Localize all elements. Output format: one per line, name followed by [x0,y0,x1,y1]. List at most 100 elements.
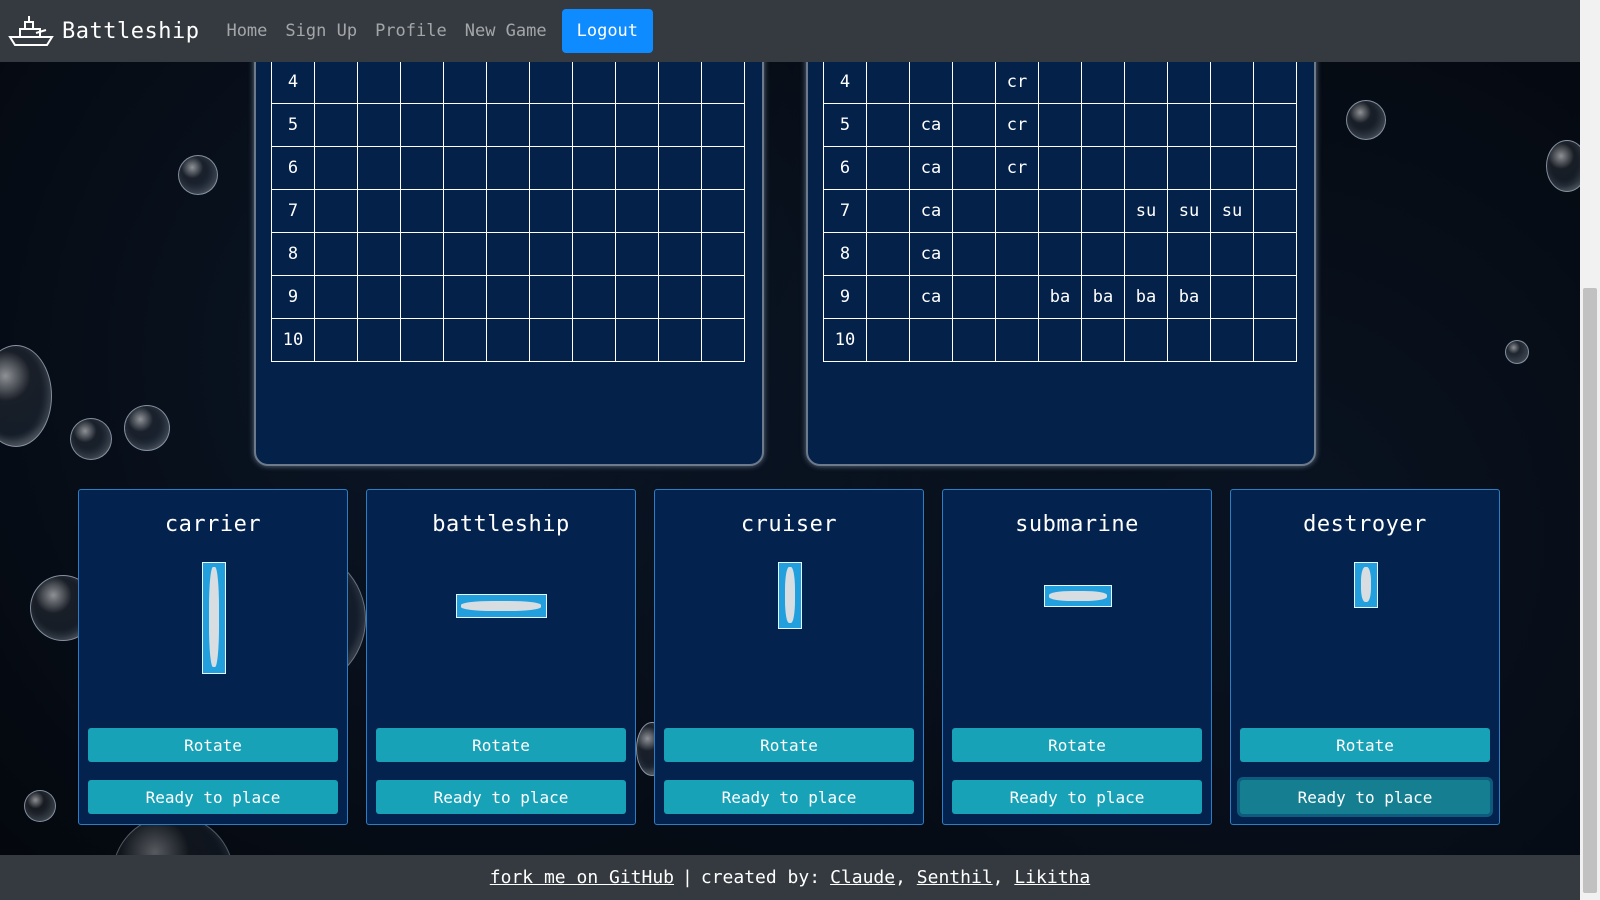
board-cell[interactable] [486,103,530,147]
board-cell[interactable] [658,318,702,362]
nav-signup-link[interactable]: Sign Up [285,21,357,41]
author-link-claude[interactable]: Claude [830,867,895,888]
board-cell[interactable] [572,275,616,319]
board-cell[interactable] [866,146,910,190]
board-cell[interactable]: ba [1038,275,1082,319]
board-cell[interactable] [1081,318,1125,362]
board-cell[interactable] [658,232,702,276]
board-cell[interactable] [995,232,1039,276]
board-cell[interactable]: ba [1167,275,1211,319]
author-link-likitha[interactable]: Likitha [1014,867,1090,888]
board-cell[interactable] [572,318,616,362]
board-cell[interactable] [866,60,910,104]
board-cell[interactable] [866,232,910,276]
board-cell[interactable] [615,318,659,362]
board-cell[interactable] [1167,60,1211,104]
board-cell[interactable] [1167,103,1211,147]
board-cell[interactable] [314,146,358,190]
board-cell[interactable] [486,232,530,276]
board-cell[interactable] [400,318,444,362]
nav-profile-link[interactable]: Profile [375,21,447,41]
board-cell[interactable] [701,189,745,233]
board-cell[interactable] [615,60,659,104]
board-cell[interactable] [1124,60,1168,104]
board-cell[interactable] [529,60,573,104]
destroyer-ship-icon[interactable] [1354,562,1378,608]
board-cell[interactable] [615,232,659,276]
nav-home-link[interactable]: Home [226,21,267,41]
board-cell[interactable] [658,146,702,190]
board-cell[interactable]: ba [1081,275,1125,319]
logout-button[interactable]: Logout [561,9,654,53]
ready-to-place-button[interactable]: Ready to place [376,780,626,814]
board-cell[interactable] [952,146,996,190]
submarine-ship-icon[interactable] [1044,585,1112,607]
board-cell[interactable] [1038,60,1082,104]
page-scrollbar[interactable] [1580,0,1600,900]
board-cell[interactable] [357,232,401,276]
board-cell[interactable] [1210,318,1254,362]
board-cell[interactable] [1124,232,1168,276]
board-cell[interactable] [701,146,745,190]
board-cell[interactable] [1253,189,1297,233]
board-cell[interactable] [400,232,444,276]
board-cell[interactable] [1038,232,1082,276]
cruiser-ship-icon[interactable] [778,562,802,629]
board-cell[interactable] [314,189,358,233]
board-cell[interactable] [1124,103,1168,147]
ready-to-place-button[interactable]: Ready to place [1240,780,1490,814]
board-cell[interactable] [314,275,358,319]
board-cell[interactable] [443,275,487,319]
board-cell[interactable]: ba [1124,275,1168,319]
board-cell[interactable] [357,146,401,190]
board-cell[interactable] [701,318,745,362]
board-cell[interactable] [866,189,910,233]
board-cell[interactable] [866,275,910,319]
board-cell[interactable] [1081,146,1125,190]
board-cell[interactable] [1253,318,1297,362]
board-cell[interactable] [314,232,358,276]
board-cell[interactable] [952,103,996,147]
board-cell[interactable] [1253,60,1297,104]
board-cell[interactable] [1081,189,1125,233]
board-cell[interactable] [357,318,401,362]
board-cell[interactable] [701,275,745,319]
board-cell[interactable] [572,60,616,104]
board-cell[interactable]: su [1167,189,1211,233]
board-cell[interactable] [1210,146,1254,190]
board-cell[interactable] [615,275,659,319]
board-cell[interactable] [486,189,530,233]
board-cell[interactable] [658,103,702,147]
board-cell[interactable] [443,189,487,233]
board-cell[interactable] [1038,189,1082,233]
board-cell[interactable] [952,318,996,362]
board-cell[interactable]: ca [909,189,953,233]
board-cell[interactable] [357,189,401,233]
board-cell[interactable] [658,189,702,233]
ready-to-place-button[interactable]: Ready to place [88,780,338,814]
board-cell[interactable] [443,103,487,147]
board-cell[interactable] [952,232,996,276]
github-link[interactable]: fork me on GitHub [490,867,674,888]
ready-to-place-button[interactable]: Ready to place [664,780,914,814]
board-cell[interactable]: ca [909,146,953,190]
board-cell[interactable]: cr [995,60,1039,104]
battleship-ship-icon[interactable] [456,594,547,618]
board-cell[interactable] [1038,103,1082,147]
board-cell[interactable] [529,103,573,147]
board-cell[interactable] [615,189,659,233]
board-cell[interactable] [400,189,444,233]
board-cell[interactable] [1081,103,1125,147]
board-cell[interactable]: cr [995,103,1039,147]
board-cell[interactable] [529,275,573,319]
rotate-button[interactable]: Rotate [376,728,626,762]
board-cell[interactable] [1210,60,1254,104]
board-cell[interactable] [443,232,487,276]
board-cell[interactable] [1210,232,1254,276]
board-cell[interactable] [400,275,444,319]
board-cell[interactable] [357,103,401,147]
board-cell[interactable] [995,275,1039,319]
board-cell[interactable] [314,60,358,104]
rotate-button[interactable]: Rotate [952,728,1202,762]
board-cell[interactable] [658,60,702,104]
